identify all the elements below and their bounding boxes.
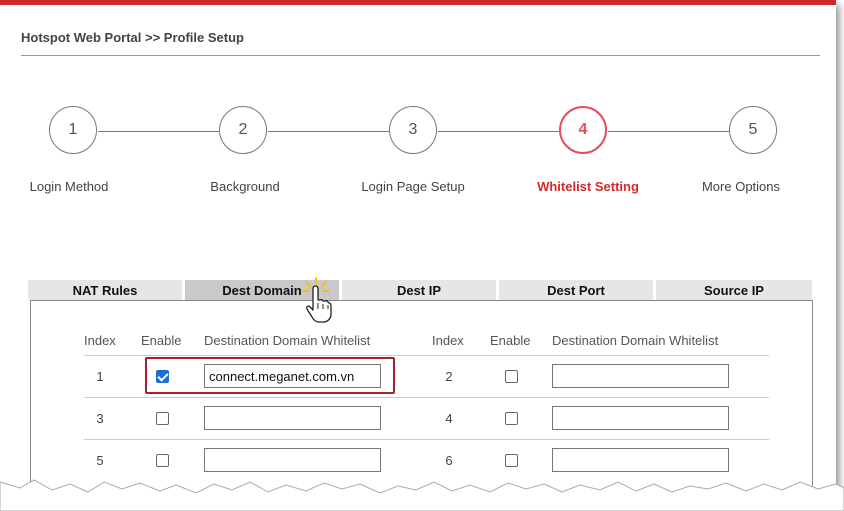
header-divider (84, 355, 769, 356)
header-index-right: Index (432, 333, 464, 348)
step-connector-4-5 (608, 131, 729, 132)
step-5-label[interactable]: More Options (702, 179, 780, 194)
step-1-circle[interactable]: 1 (49, 106, 97, 154)
header-enable-right: Enable (490, 333, 531, 348)
step-1-label[interactable]: Login Method (30, 179, 109, 194)
tab-source-ip[interactable]: Source IP (656, 280, 812, 300)
row-index: 6 (445, 453, 453, 468)
row-index: 4 (445, 411, 453, 426)
row-index: 5 (96, 453, 104, 468)
enable-checkbox-2[interactable] (505, 370, 518, 383)
step-connector-3-4 (438, 131, 559, 132)
tab-nat-rules[interactable]: NAT Rules (28, 280, 182, 300)
header-enable-left: Enable (141, 333, 182, 348)
enable-checkbox-6[interactable] (505, 454, 518, 467)
enable-checkbox-4[interactable] (505, 412, 518, 425)
row-divider (84, 439, 769, 440)
breadcrumb: Hotspot Web Portal >> Profile Setup (21, 30, 244, 45)
domain-input-2[interactable] (552, 364, 729, 388)
row-index: 2 (445, 369, 453, 384)
enable-checkbox-5[interactable] (156, 454, 169, 467)
breadcrumb-divider (21, 55, 820, 56)
domain-input-3[interactable] (204, 406, 381, 430)
row-index: 3 (96, 411, 104, 426)
step-4-label[interactable]: Whitelist Setting (537, 179, 639, 194)
torn-edge-decoration (0, 479, 844, 511)
step-3-label[interactable]: Login Page Setup (361, 179, 464, 194)
step-connector-2-3 (268, 131, 389, 132)
row-divider (84, 397, 769, 398)
header-domain-right: Destination Domain Whitelist (552, 333, 719, 348)
domain-input-6[interactable] (552, 448, 729, 472)
tab-dest-port[interactable]: Dest Port (499, 280, 653, 300)
domain-input-4[interactable] (552, 406, 729, 430)
header-index-left: Index (84, 333, 116, 348)
enable-checkbox-3[interactable] (156, 412, 169, 425)
step-2-label[interactable]: Background (210, 179, 279, 194)
step-3-circle[interactable]: 3 (389, 106, 437, 154)
hand-pointer-icon (302, 277, 332, 323)
highlight-annotation (145, 357, 395, 394)
tab-dest-ip[interactable]: Dest IP (342, 280, 496, 300)
domain-input-5[interactable] (204, 448, 381, 472)
top-accent-bar (0, 0, 836, 5)
app-window: Hotspot Web Portal >> Profile Setup 1 2 … (0, 0, 836, 495)
whitelist-tabs: NAT Rules Dest Domain Dest IP Dest Port … (28, 280, 812, 300)
step-connector-1-2 (98, 131, 219, 132)
step-5-circle[interactable]: 5 (729, 106, 777, 154)
step-2-circle[interactable]: 2 (219, 106, 267, 154)
row-index: 1 (96, 369, 104, 384)
header-domain-left: Destination Domain Whitelist (204, 333, 371, 348)
step-4-circle[interactable]: 4 (559, 106, 607, 154)
